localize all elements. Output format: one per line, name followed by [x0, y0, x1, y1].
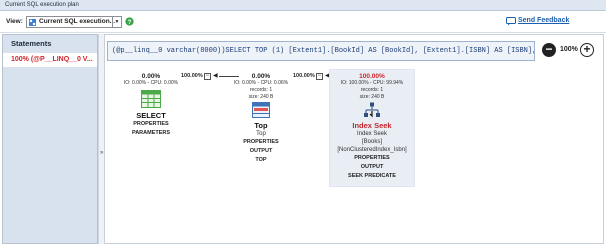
top-table-icon [252, 102, 270, 118]
window-title: Current SQL execution plan [5, 2, 79, 8]
statement-item-label: 100% (@P__LINQ__0 V... [11, 56, 93, 63]
node-name: Top [254, 121, 268, 130]
node-link-output[interactable]: OUTPUT [330, 163, 414, 172]
node-name: Index Seek [352, 121, 392, 130]
node-cost: 0.00% [251, 73, 271, 80]
node-subtitle: Top [256, 131, 266, 137]
statements-panel: Statements 100% (@P__LINQ__0 V... [2, 34, 98, 244]
node-cost: 100.00% [359, 73, 385, 80]
node-size: size: 240 B [248, 94, 274, 100]
node-link-properties[interactable]: PROPERTIES [229, 138, 293, 147]
node-records: records: 1 [249, 87, 273, 93]
plan-node-index-seek[interactable]: 100.00% IO: 100.00% - CPU: 99.94% record… [329, 69, 415, 187]
view-select-value: Current SQL execution... [39, 18, 116, 25]
send-feedback-link[interactable]: Send Feedback [506, 16, 600, 28]
node-link-output[interactable]: OUTPUT [229, 147, 293, 156]
node-link-properties[interactable]: PROPERTIES [119, 120, 183, 129]
zoom-out-button[interactable]: − [542, 43, 556, 57]
plan-canvas: (@p__linq__0 varchar(8000))SELECT TOP (1… [104, 34, 604, 244]
splitter-grip-icon[interactable]: » [100, 150, 103, 156]
arrow-left-icon: ◀ [213, 73, 218, 79]
node-name: SELECT [136, 111, 166, 120]
send-feedback-label[interactable]: Send Feedback [518, 17, 569, 24]
view-select[interactable]: Current SQL execution... ▼ [26, 16, 122, 28]
plan-icon [29, 19, 36, 26]
node-cost: 0.00% [141, 73, 161, 80]
sql-text: (@p__linq__0 varchar(8000))SELECT TOP (1… [112, 47, 535, 55]
toolbar: View: Current SQL execution... ▼ ? Send … [0, 11, 606, 33]
zoom-level: 100% [560, 46, 578, 53]
statement-item[interactable]: 100% (@P__LINQ__0 V... [3, 53, 97, 67]
node-link-top[interactable]: TOP [229, 156, 293, 165]
node-io-cpu: IO: 0.00% - CPU: 0.06% [233, 80, 289, 86]
window-title-bar: Current SQL execution plan [0, 0, 606, 11]
zoom-in-button[interactable]: + [580, 43, 594, 57]
node-records: records: 1 [360, 87, 384, 93]
node-io-cpu: IO: 100.00% - CPU: 99.94% [340, 80, 404, 86]
node-subtitle: Index Seek [356, 131, 388, 137]
plan-node-top[interactable]: 0.00% IO: 0.00% - CPU: 0.06% records: 1 … [229, 73, 293, 165]
node-link-properties[interactable]: PROPERTIES [330, 154, 414, 163]
node-size: size: 240 B [359, 94, 385, 100]
node-io-cpu: IO: 0.00% - CPU: 0.00% [123, 80, 179, 86]
feedback-icon [506, 17, 516, 26]
select-table-icon [141, 90, 161, 108]
svg-text:?: ? [128, 19, 132, 26]
statements-header: Statements [11, 39, 52, 48]
node-table: [Books] [361, 139, 382, 145]
sql-text-bar[interactable]: (@p__linq__0 varchar(8000))SELECT TOP (1… [107, 41, 535, 61]
plan-node-select[interactable]: 0.00% IO: 0.00% - CPU: 0.00% SELECT PROP… [119, 73, 183, 138]
node-link-seek-predicate[interactable]: SEEK PREDICATE [330, 172, 414, 181]
help-circle-icon[interactable]: ? [125, 17, 134, 26]
edge-cost: 100.00% [293, 73, 315, 79]
view-label: View: [6, 18, 23, 25]
collapse-icon[interactable]: − [316, 73, 323, 80]
node-index: [NonClusteredIndex_Isbn] [337, 147, 407, 153]
node-link-parameters[interactable]: PARAMETERS [119, 129, 183, 138]
index-seek-icon [364, 102, 380, 118]
edge-cost: 100.00% [181, 73, 203, 79]
collapse-icon[interactable]: − [204, 73, 211, 80]
chevron-down-icon[interactable]: ▼ [112, 17, 121, 27]
